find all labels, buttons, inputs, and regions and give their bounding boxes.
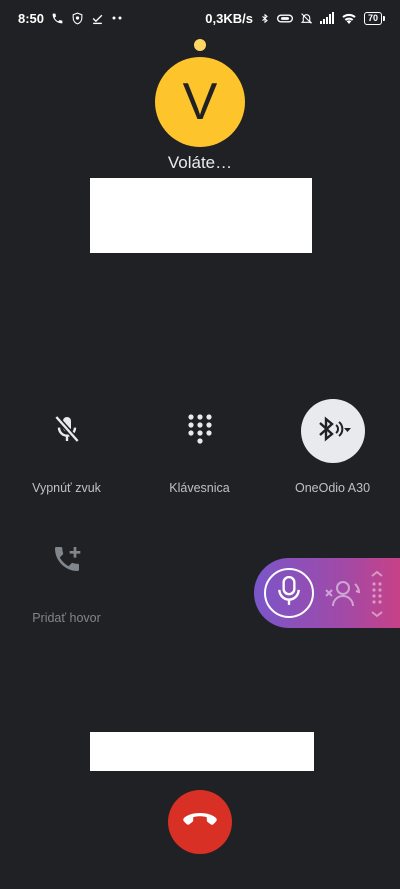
assistant-bubble[interactable] — [254, 558, 400, 628]
drag-handle-icon[interactable] — [368, 570, 386, 623]
person-switch-icon[interactable] — [324, 578, 362, 613]
status-time: 8:50 — [18, 10, 45, 26]
mic-off-icon — [51, 413, 83, 450]
add-call-control[interactable]: Pridať hovor — [0, 529, 133, 625]
mute-button[interactable] — [35, 399, 99, 463]
hang-up-icon — [182, 811, 218, 834]
audio-output-button[interactable] — [300, 399, 365, 463]
link-icon — [276, 13, 293, 24]
add-call-icon — [51, 543, 83, 580]
check-icon — [91, 12, 104, 25]
keypad-label: Klávesnica — [169, 481, 230, 495]
assistant-mic-button[interactable] — [264, 568, 314, 618]
mute-control[interactable]: Vypnúť zvuk — [0, 399, 133, 495]
network-speed: 0,3KB/s — [205, 10, 253, 26]
status-bar-right: 0,3KB/s 70 — [205, 10, 386, 26]
contact-avatar: V — [155, 57, 245, 147]
add-call-label: Pridať hovor — [32, 611, 101, 625]
bell-off-icon — [300, 12, 313, 25]
wifi-icon — [341, 12, 357, 24]
phone-icon — [51, 12, 64, 25]
redacted-contact-name — [90, 178, 312, 253]
dialpad-icon — [185, 413, 215, 450]
signal-icon — [319, 12, 334, 24]
keypad-control[interactable]: Klávesnica — [133, 399, 266, 495]
notification-dot — [194, 39, 206, 51]
more-dots-icon — [111, 15, 123, 21]
keypad-button[interactable] — [168, 399, 232, 463]
bluetooth-audio-icon — [313, 414, 353, 449]
call-status: Voláte… — [167, 153, 233, 172]
audio-output-label: OneOdio A30 — [294, 481, 371, 495]
microphone-icon — [276, 575, 302, 611]
add-call-button[interactable] — [35, 529, 99, 593]
bluetooth-icon — [260, 12, 270, 25]
shield-icon — [71, 12, 84, 25]
end-call-button[interactable] — [168, 790, 232, 854]
status-bar-left: 8:50 — [18, 11, 123, 26]
battery-icon: 70 — [363, 11, 386, 25]
mute-label: Vypnúť zvuk — [32, 481, 101, 495]
redacted-bottom-info — [90, 732, 314, 771]
status-bar: 8:50 0,3KB/s 70 — [0, 0, 400, 36]
audio-output-control[interactable]: OneOdio A30 — [266, 399, 399, 495]
